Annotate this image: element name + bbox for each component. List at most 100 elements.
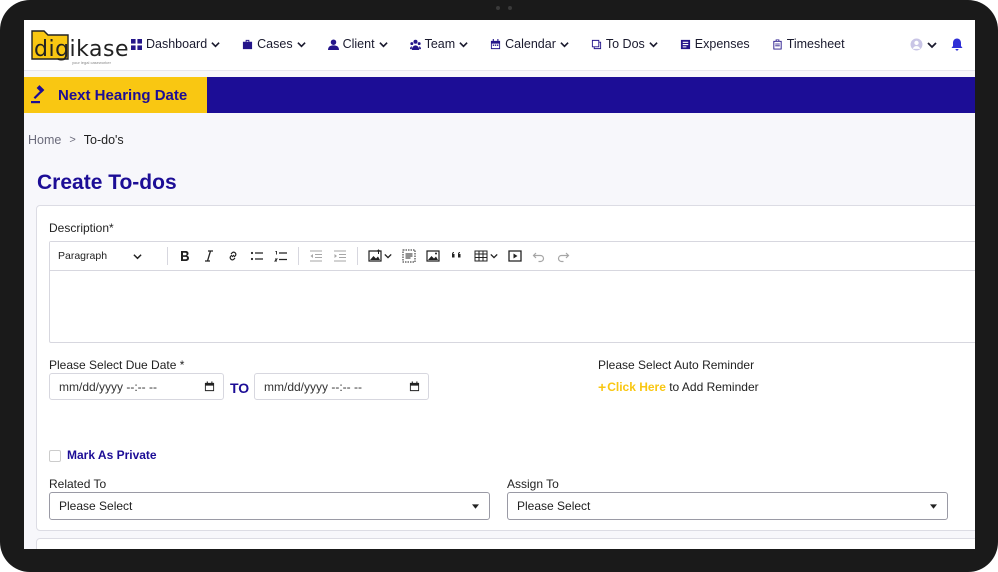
nav-label: Dashboard (146, 37, 208, 51)
add-reminder-text: to Add Reminder (665, 380, 759, 394)
next-hearing-tab[interactable]: Next Hearing Date (24, 77, 207, 113)
related-to-select[interactable]: Please Select (49, 492, 490, 520)
undo-button[interactable] (527, 245, 551, 267)
upload-image-button[interactable] (421, 245, 445, 267)
team-icon (409, 39, 421, 50)
redo-button[interactable] (551, 245, 575, 267)
chevron-down-icon (296, 41, 306, 47)
breadcrumb: Home > To-do's (28, 133, 124, 147)
nav-dashboard[interactable]: Dashboard (131, 37, 220, 51)
bulleted-list-button[interactable] (245, 245, 269, 267)
main-menu: Dashboard Cases Client Team Calendar To … (131, 37, 867, 51)
quote-icon (452, 252, 461, 258)
indent-button[interactable] (328, 245, 352, 267)
dashboard-icon (131, 38, 142, 50)
nav-team[interactable]: Team (409, 37, 469, 51)
due-date-to-input[interactable]: mm/dd/yyyy --:-- -- (254, 373, 429, 400)
app-screen: digikase your legal caseworker Dashboard… (24, 20, 975, 549)
toolbar-divider (357, 247, 358, 265)
to-separator: TO (230, 380, 250, 396)
description-textarea[interactable] (50, 271, 975, 342)
bell-icon[interactable] (951, 38, 963, 51)
numbered-list-icon (274, 251, 287, 262)
paragraph-label: Paragraph (58, 250, 108, 262)
date-placeholder: mm/dd/yyyy --:-- -- (264, 379, 362, 394)
description-label: Description* (49, 221, 114, 235)
nav-cases[interactable]: Cases (242, 37, 306, 51)
insert-table-dropdown[interactable] (469, 245, 503, 267)
brand-logo[interactable]: digikase your legal caseworker (30, 27, 129, 65)
nav-label: Expenses (694, 37, 750, 51)
nav-todos[interactable]: To Dos (591, 37, 658, 51)
toolbar-divider (167, 247, 168, 265)
profile-menu[interactable] (910, 38, 937, 51)
chevron-down-icon (378, 41, 388, 47)
brand-name: digikase (34, 37, 129, 62)
chevron-down-icon (211, 41, 220, 47)
next-hearing-label: Next Hearing Date (58, 86, 188, 104)
page-title: Create To-dos (37, 171, 177, 194)
calendar-icon[interactable] (409, 381, 420, 392)
nav-expenses[interactable]: Expenses (680, 37, 750, 51)
mark-private-checkbox[interactable] (49, 450, 61, 462)
mark-private-label[interactable]: Mark As Private (67, 448, 157, 462)
insert-media-button[interactable] (503, 245, 527, 267)
calendar-icon[interactable] (204, 381, 215, 392)
bold-button[interactable] (173, 245, 197, 267)
bold-icon (181, 251, 189, 261)
nav-label: Team (424, 37, 456, 51)
nav-calendar[interactable]: Calendar (490, 37, 569, 51)
date-placeholder: mm/dd/yyyy --:-- -- (59, 379, 157, 394)
chevron-down-icon (649, 41, 658, 47)
chevron-down-icon (927, 41, 937, 48)
avatar-icon (910, 38, 923, 51)
nav-label: Calendar (505, 37, 556, 51)
add-reminder-link[interactable]: Click Here (607, 380, 666, 394)
image-icon (426, 250, 440, 262)
caret-down-icon (930, 503, 937, 509)
link-button[interactable] (221, 245, 245, 267)
insert-image-dropdown[interactable] (363, 245, 397, 267)
toolbar-divider (298, 247, 299, 265)
chevron-down-icon (459, 41, 468, 47)
image-upload-icon (368, 249, 382, 262)
related-to-label: Related To (49, 477, 107, 491)
assign-to-select[interactable]: Please Select (507, 492, 948, 520)
breadcrumb-separator: > (69, 134, 76, 146)
breadcrumb-current: To-do's (83, 133, 124, 147)
plus-icon: + (598, 379, 607, 395)
nav-label: Cases (257, 37, 293, 51)
nav-label: Client (342, 37, 375, 51)
todo-form-card: Description* Paragraph Please Select Due… (36, 205, 975, 531)
link-icon (229, 251, 237, 261)
nav-client[interactable]: Client (327, 37, 388, 51)
description-editor: Paragraph (49, 241, 975, 343)
briefcase-icon (243, 39, 253, 49)
html-embed-button[interactable] (397, 245, 421, 267)
nav-label: Timesheet (786, 37, 845, 51)
paragraph-format-select[interactable]: Paragraph (58, 250, 158, 262)
top-navbar: digikase your legal caseworker Dashboard… (24, 20, 975, 71)
due-date-label: Please Select Due Date * (49, 358, 185, 372)
blockquote-button[interactable] (445, 245, 469, 267)
brand-tagline: your legal caseworker (72, 60, 111, 65)
due-date-from-input[interactable]: mm/dd/yyyy --:-- -- (49, 373, 224, 400)
gavel-icon (31, 85, 45, 104)
breadcrumb-home[interactable]: Home (28, 133, 61, 147)
nav-label: To Dos (605, 37, 645, 51)
assign-to-label: Assign To (507, 477, 559, 491)
outdent-button[interactable] (304, 245, 328, 267)
numbered-list-button[interactable] (269, 245, 293, 267)
bulleted-list-icon (250, 251, 263, 261)
next-hearing-bar: Next Hearing Date (24, 77, 975, 113)
undo-icon (532, 252, 545, 263)
device-frame: digikase your legal caseworker Dashboard… (0, 0, 998, 572)
related-to-value: Please Select (59, 499, 133, 513)
italic-button[interactable] (197, 245, 221, 267)
media-icon (508, 250, 522, 262)
nav-timesheet[interactable]: Timesheet (772, 37, 845, 51)
embed-icon (402, 249, 416, 263)
chevron-down-icon (133, 253, 142, 259)
redo-icon (557, 252, 570, 263)
todo-icon (591, 39, 601, 49)
